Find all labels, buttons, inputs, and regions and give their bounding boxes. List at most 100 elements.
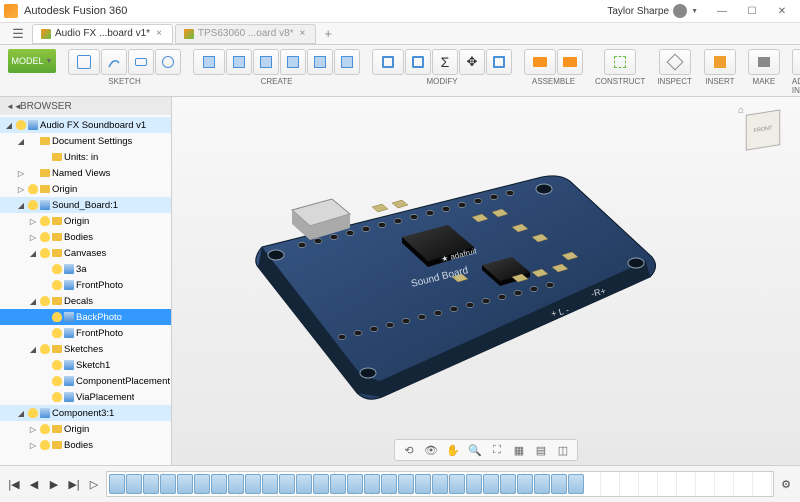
pan-button[interactable]: ✋ xyxy=(443,441,463,459)
timeline-feature[interactable] xyxy=(228,474,244,494)
visibility-bulb-icon[interactable] xyxy=(52,280,62,290)
tree-item-sketches[interactable]: ◢Sketches xyxy=(0,341,171,357)
tree-item-bodies2[interactable]: ▷Bodies xyxy=(0,437,171,453)
tree-item-canv2[interactable]: FrontPhoto xyxy=(0,277,171,293)
tree-item-units[interactable]: Units: in xyxy=(0,149,171,165)
display-button[interactable]: ▦ xyxy=(509,441,529,459)
timeline-next-button[interactable]: ▶ xyxy=(46,476,62,492)
expand-icon[interactable]: ◢ xyxy=(16,137,26,146)
visibility-bulb-icon[interactable] xyxy=(28,200,38,210)
file-tab-inactive[interactable]: TPS63060 ...oard v8* × xyxy=(175,24,316,44)
visibility-bulb-icon[interactable] xyxy=(40,296,50,306)
tree-item-sk2[interactable]: ComponentPlacement xyxy=(0,373,171,389)
timeline-feature[interactable] xyxy=(313,474,329,494)
minimize-button[interactable]: — xyxy=(708,1,736,21)
timeline-settings-button[interactable]: ⚙ xyxy=(778,476,794,492)
joint-tool[interactable] xyxy=(524,49,556,75)
sweep-tool[interactable] xyxy=(253,49,279,75)
tree-item-sk3[interactable]: ViaPlacement xyxy=(0,389,171,405)
timeline-feature[interactable] xyxy=(262,474,278,494)
revolve-tool[interactable] xyxy=(226,49,252,75)
tree-item-bodies1[interactable]: ▷Bodies xyxy=(0,229,171,245)
timeline-feature[interactable] xyxy=(483,474,499,494)
inspect-tool[interactable] xyxy=(659,49,691,75)
extrude-tool[interactable] xyxy=(193,49,225,75)
tree-item-origin1[interactable]: ▷Origin xyxy=(0,181,171,197)
tree-item-canv1[interactable]: 3a xyxy=(0,261,171,277)
tree-item-canvases[interactable]: ◢Canvases xyxy=(0,245,171,261)
timeline-feature[interactable] xyxy=(347,474,363,494)
expand-icon[interactable]: ▷ xyxy=(28,233,38,242)
maximize-button[interactable]: ☐ xyxy=(738,1,766,21)
visibility-bulb-icon[interactable] xyxy=(28,184,38,194)
fillet-tool[interactable] xyxy=(372,49,404,75)
addins-tool[interactable] xyxy=(792,49,800,75)
timeline-feature[interactable] xyxy=(109,474,125,494)
timeline-feature[interactable] xyxy=(330,474,346,494)
timeline-feature[interactable] xyxy=(432,474,448,494)
timeline-track[interactable] xyxy=(106,471,774,497)
orbit-button[interactable]: ⟲ xyxy=(399,441,419,459)
expand-icon[interactable]: ▷ xyxy=(28,425,38,434)
tree-item-soundBoard[interactable]: ◢Sound_Board:1 xyxy=(0,197,171,213)
press-pull-tool[interactable] xyxy=(405,49,431,75)
as-built-joint-tool[interactable] xyxy=(557,49,583,75)
rectangle-tool[interactable] xyxy=(128,49,154,75)
visibility-bulb-icon[interactable] xyxy=(40,248,50,258)
new-tab-button[interactable]: + xyxy=(318,26,338,41)
look-button[interactable]: 👁 xyxy=(421,441,441,459)
timeline-feature[interactable] xyxy=(160,474,176,494)
visibility-bulb-icon[interactable] xyxy=(52,328,62,338)
visibility-bulb-icon[interactable] xyxy=(52,376,62,386)
timeline-feature[interactable] xyxy=(279,474,295,494)
close-tab-icon[interactable]: × xyxy=(154,28,164,39)
timeline-feature[interactable] xyxy=(568,474,584,494)
3d-viewport[interactable]: ⌂ FRONT xyxy=(172,97,800,465)
circle-tool[interactable] xyxy=(155,49,181,75)
expand-icon[interactable]: ◢ xyxy=(4,121,14,130)
fit-button[interactable]: ⛶ xyxy=(487,441,507,459)
timeline-feature[interactable] xyxy=(551,474,567,494)
expand-icon[interactable]: ▷ xyxy=(16,185,26,194)
timeline-play-button[interactable]: ▷ xyxy=(86,476,102,492)
timeline-feature[interactable] xyxy=(534,474,550,494)
tree-item-sk1[interactable]: Sketch1 xyxy=(0,357,171,373)
tree-item-dec1[interactable]: BackPhoto xyxy=(0,309,171,325)
timeline-feature[interactable] xyxy=(245,474,261,494)
construct-tool[interactable] xyxy=(604,49,636,75)
visibility-bulb-icon[interactable] xyxy=(40,344,50,354)
timeline-feature[interactable] xyxy=(126,474,142,494)
parameters-tool[interactable]: Σ xyxy=(432,49,458,75)
timeline-feature[interactable] xyxy=(500,474,516,494)
view-cube[interactable]: ⌂ FRONT xyxy=(738,105,788,155)
timeline-end-button[interactable]: ▶| xyxy=(66,476,82,492)
visibility-bulb-icon[interactable] xyxy=(28,408,38,418)
browser-header[interactable]: ◄◄BROWSER xyxy=(0,97,171,115)
tree-item-origin3[interactable]: ▷Origin xyxy=(0,421,171,437)
visibility-bulb-icon[interactable] xyxy=(52,360,62,370)
timeline-feature[interactable] xyxy=(194,474,210,494)
visibility-bulb-icon[interactable] xyxy=(40,440,50,450)
sketch-tool[interactable] xyxy=(68,49,100,75)
user-menu[interactable]: Taylor Sharpe ▼ xyxy=(599,2,706,20)
tree-item-origin2[interactable]: ▷Origin xyxy=(0,213,171,229)
tree-item-dec2[interactable]: FrontPhoto xyxy=(0,325,171,341)
expand-icon[interactable]: ◢ xyxy=(16,409,26,418)
timeline-feature[interactable] xyxy=(143,474,159,494)
cube-face[interactable]: FRONT xyxy=(746,109,780,150)
data-panel-button[interactable]: ☰ xyxy=(4,24,32,44)
loft-tool[interactable] xyxy=(280,49,306,75)
visibility-bulb-icon[interactable] xyxy=(40,232,50,242)
timeline-feature[interactable] xyxy=(449,474,465,494)
timeline-feature[interactable] xyxy=(177,474,193,494)
tree-item-root[interactable]: ◢Audio FX Soundboard v1 xyxy=(0,117,171,133)
hole-tool[interactable] xyxy=(307,49,333,75)
timeline-feature[interactable] xyxy=(381,474,397,494)
visibility-bulb-icon[interactable] xyxy=(52,312,62,322)
expand-icon[interactable]: ◢ xyxy=(28,297,38,306)
visibility-bulb-icon[interactable] xyxy=(52,264,62,274)
file-tab-active[interactable]: Audio FX ...board v1* × xyxy=(32,24,173,44)
insert-tool[interactable] xyxy=(704,49,736,75)
visibility-bulb-icon[interactable] xyxy=(40,424,50,434)
close-tab-icon[interactable]: × xyxy=(298,28,308,39)
